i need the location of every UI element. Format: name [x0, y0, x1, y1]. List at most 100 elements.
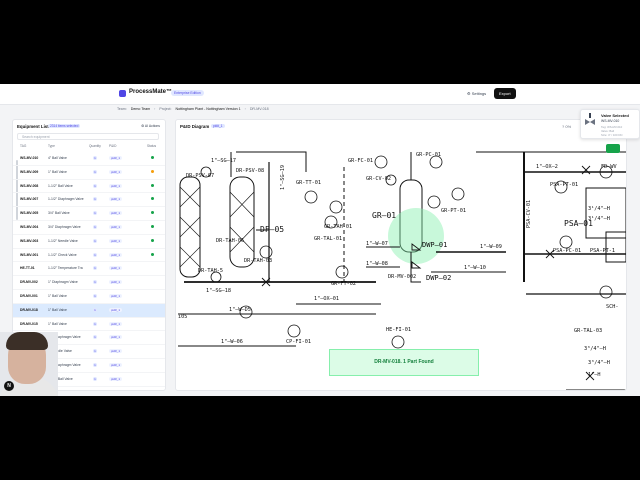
table-row[interactable]: DR-MV-015 1" Ball Valve 1 pid#_1: [13, 318, 165, 332]
row-pid[interactable]: pid#_1: [109, 224, 123, 229]
table-row[interactable]: WS-MV-007 1-1/2" Diaphragm Valve 1 pid#_1: [13, 193, 165, 208]
row-pid[interactable]: pid#_1: [109, 156, 123, 160]
selected-count-badge: 2314 items selected: [48, 124, 81, 128]
row-pid[interactable]: pid#_1: [109, 307, 123, 312]
row-type: 1" Diaphragm Valve: [48, 280, 78, 285]
settings-button[interactable]: ⚙ Settings: [467, 91, 486, 96]
app-window: ProcessMate™ Enterprise Edition ⚙ Settin…: [0, 84, 640, 396]
valve-symbols: [261, 165, 595, 381]
row-status-icon: [151, 308, 154, 311]
table-row[interactable]: DR-MV-001 1" Ball Valve 1 pid#_1: [13, 290, 165, 304]
column-type[interactable]: Type: [48, 144, 55, 148]
row-pid[interactable]: pid#_1: [109, 293, 123, 298]
row-type: 1" Ball Valve: [48, 307, 67, 312]
valve-card-action-button[interactable]: [606, 144, 620, 153]
table-row[interactable]: HE-TT-01 1-1/2" Temperature Tra 1 pid#_1: [13, 262, 165, 277]
table-row[interactable]: WS-MV-005 3/4" Ball Valve 1 pid#_1: [13, 207, 165, 221]
table-row[interactable]: WS-MV-001 1-1/2" Check Valve 1 pid#_1: [13, 249, 165, 263]
row-status-icon: [151, 238, 154, 242]
column-status[interactable]: Status: [147, 144, 156, 148]
row-pid[interactable]: pid#_1: [109, 376, 123, 381]
row-pid[interactable]: pid#_1: [109, 238, 123, 243]
row-pid[interactable]: pid#_1: [109, 266, 123, 271]
row-tag: WS-MV-008: [20, 183, 39, 188]
row-pid[interactable]: pid#_1: [109, 335, 123, 340]
bubble-hefi01: [391, 335, 405, 349]
row-quantity: 1: [93, 169, 97, 174]
row-pid[interactable]: pid#_1: [109, 252, 123, 257]
row-status-icon: [151, 183, 154, 187]
table-row[interactable]: WS-MV-009 1" Ball Valve 1 pid#_1: [13, 166, 165, 180]
help-icon[interactable]: ?: [562, 124, 564, 129]
vessel-hatch-a: [179, 186, 201, 268]
label-psa-pc01: PSA-PC-01: [553, 248, 581, 254]
valve-card-tag: WS-MV-010: [601, 119, 620, 123]
breadcrumb-project[interactable]: Nottingham Plant - Nottingham Version 1: [176, 107, 241, 111]
bubble-pt01-dup: [451, 187, 465, 201]
row-quantity: 1: [93, 307, 97, 312]
row-tag: DR-MV-002: [20, 280, 38, 285]
table-row[interactable]: DR-MV-018 1" Ball Valve 1 pid#_1: [13, 303, 165, 318]
label-tah05: DR-TAH-5: [198, 268, 223, 274]
row-pid[interactable]: pid#_1: [109, 169, 123, 174]
row-pid[interactable]: pid#_1: [109, 362, 123, 367]
row-pid[interactable]: pid#_1: [109, 211, 123, 216]
row-quantity: 1: [93, 280, 97, 285]
table-row[interactable]: WS-MV-003 1-1/2" Needle Valve 1 pid#_1: [13, 235, 165, 249]
part-found-banner[interactable]: DR-MV-018. 1 Part Found: [329, 349, 479, 376]
label-w10: 1"—W—10: [464, 265, 486, 271]
row-tag: WS-MV-009: [20, 169, 39, 174]
ai-actions-button[interactable]: ⚙ AI Actions: [141, 124, 160, 128]
label-r3: 3³/4"—H: [584, 346, 606, 352]
label-df05: DF—05: [260, 225, 284, 234]
search-placeholder: Search equipment: [22, 135, 50, 139]
row-pid[interactable]: pid#_1: [109, 183, 123, 188]
label-psa-pt1: PSA-PT-1: [590, 248, 615, 254]
row-pid[interactable]: pid#_1: [109, 321, 123, 326]
row-tag: WS-MV-007: [20, 197, 39, 202]
bubble-tt01: [304, 190, 318, 204]
breadcrumb: Team: Demo Team › Project: Nottingham Pl…: [117, 107, 269, 111]
row-status-icon: [151, 156, 154, 159]
row-type: 1" Ball Valve: [48, 293, 67, 298]
processmate-logo-icon: [119, 90, 126, 97]
label-w05: 1"—W—D5: [229, 307, 251, 313]
valve-selected-card[interactable]: Valve Selected WS-MV-010 Tag: WS-MV-010 …: [580, 109, 640, 139]
presenter-hair: [6, 332, 48, 350]
export-button[interactable]: Export: [494, 88, 516, 99]
label-w07: 1"—W—07: [366, 241, 388, 247]
row-status-icon: [151, 363, 154, 366]
column-quantity[interactable]: Quantity: [89, 144, 101, 148]
label-w06: 1"—W—06: [221, 339, 243, 345]
table-row[interactable]: DR-MV-002 1" Diaphragm Valve 1 pid#_1: [13, 276, 165, 290]
valve-icon: [585, 113, 595, 125]
row-status-icon: [151, 169, 154, 173]
breadcrumb-doc[interactable]: DR-MV-018: [250, 107, 269, 111]
row-status-icon: [151, 197, 154, 201]
row-pid[interactable]: pid#_1: [109, 280, 123, 285]
column-pid[interactable]: P&ID: [109, 144, 116, 148]
equipment-search-input[interactable]: Search equipment: [17, 133, 159, 140]
label-fdwv: FD—WV: [601, 164, 617, 170]
zoom-level[interactable]: 0%: [565, 124, 571, 129]
column-tag[interactable]: TAG: [20, 144, 26, 148]
breadcrumb-team[interactable]: Demo Team: [131, 107, 150, 111]
table-row[interactable]: WS-MV-008 1-1/2" Ball Valve 1 pid#_1: [13, 180, 165, 194]
row-quantity: 1: [93, 362, 97, 367]
bubble-right-mid: [599, 285, 613, 299]
row-pid[interactable]: pid#_1: [109, 349, 123, 354]
bubble-tah01: [329, 200, 343, 214]
row-quantity: 1: [93, 266, 97, 271]
bubble-ft02: [335, 265, 349, 279]
row-pid[interactable]: pid#_1: [109, 197, 123, 202]
bubble-pt01: [427, 195, 441, 209]
row-type: 1-1/2" Temperature Tra: [48, 266, 83, 271]
row-quantity: 1: [93, 197, 97, 202]
table-row[interactable]: WS-MV-010 4" Ball Valve 1 pid#_1: [13, 152, 165, 166]
row-type: 1-1/2" Needle Valve: [48, 238, 78, 243]
diagram-tools: ? 0%: [562, 124, 571, 129]
table-row[interactable]: WS-MV-004 3/4" Diaphragm Valve 1 pid#_1: [13, 221, 165, 235]
label-ox02: 1"—OX—2: [536, 164, 558, 170]
edition-badge: Enterprise Edition: [171, 90, 204, 96]
app-name: ProcessMate™: [129, 89, 173, 95]
